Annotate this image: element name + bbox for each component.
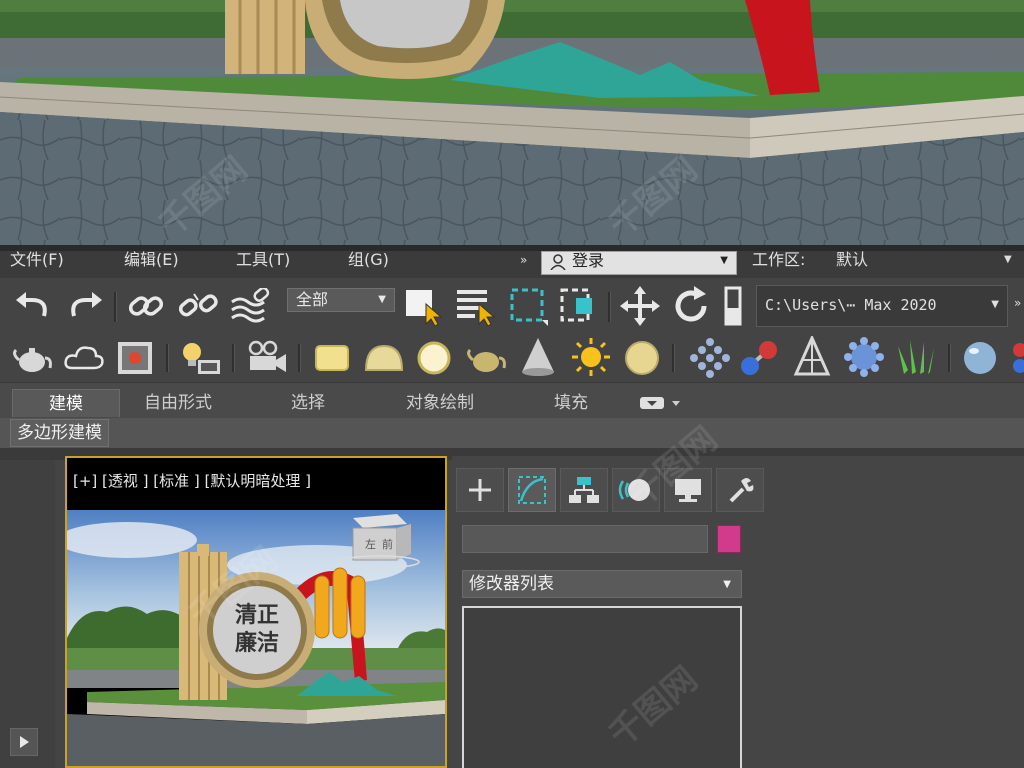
toolbar-separator — [166, 344, 169, 372]
sign-text-line1: 清正 — [235, 602, 279, 628]
plus-icon — [469, 479, 491, 501]
wrench-icon — [729, 478, 754, 503]
render-scene-graphic — [0, 0, 1024, 245]
tab-display[interactable] — [664, 468, 712, 512]
dropdown-arrow-icon: ▼ — [720, 255, 728, 266]
link-icon[interactable] — [126, 288, 166, 324]
glass-sphere-icon[interactable] — [960, 338, 1000, 378]
login-label: 登录 — [572, 251, 605, 270]
molecule-icon[interactable] — [738, 338, 782, 378]
menu-edit[interactable]: 编辑(E) — [124, 251, 179, 269]
scale-icon[interactable] — [722, 286, 746, 326]
dropdown-arrow-icon: ▼ — [723, 579, 731, 590]
dropdown-arrow-icon: ▼ — [378, 294, 386, 305]
particle-grid-icon[interactable] — [686, 338, 730, 378]
modifier-list-label: 修改器列表 — [469, 574, 554, 594]
monitor-icon — [675, 479, 701, 502]
hierarchy-icon — [569, 477, 599, 503]
tab-object-paint[interactable]: 对象绘制 — [390, 389, 490, 417]
hemisphere-icon[interactable] — [362, 340, 406, 376]
tab-modeling[interactable]: 建模 — [12, 389, 120, 417]
sun-icon[interactable] — [570, 336, 612, 378]
cone-icon[interactable] — [518, 336, 558, 378]
light-lister-icon[interactable] — [178, 338, 222, 378]
selection-filter-dropdown[interactable]: 全部 ▼ — [287, 288, 395, 312]
toolbar-separator — [608, 292, 611, 322]
workspace-dropdown-arrow-icon[interactable]: ▼ — [1004, 254, 1012, 265]
teapot-icon[interactable] — [12, 340, 56, 376]
box-light-icon[interactable] — [312, 340, 352, 376]
workspace-value[interactable]: 默认 — [836, 251, 868, 269]
dropdown-arrow-icon: ▼ — [991, 299, 999, 310]
toolbar-separator — [232, 344, 235, 372]
login-dropdown[interactable]: 登录 ▼ — [541, 251, 737, 275]
menu-bar: 文件(F) 编辑(E) 工具(T) 组(G) » 登录 ▼ 工作区: 默认 ▼ — [0, 245, 1024, 278]
project-path-dropdown[interactable]: C:\Users\⋯ Max 2020 ▼ — [756, 285, 1008, 327]
move-icon[interactable] — [620, 286, 660, 326]
perspective-viewport[interactable]: [+] [透视 ] [标准 ] [默认明暗处理 ] 清正 廉洁 左 前 — [65, 456, 447, 768]
tab-freeform[interactable]: 自由形式 — [128, 389, 228, 417]
motion-icon — [618, 479, 650, 501]
render-frame-icon[interactable] — [116, 338, 156, 378]
tab-populate[interactable]: 填充 — [536, 389, 606, 417]
tab-utilities[interactable] — [716, 468, 764, 512]
bind-space-warp-icon[interactable] — [230, 288, 274, 324]
toolbar-separator — [672, 344, 675, 372]
window-crossing-icon[interactable] — [558, 286, 598, 326]
rotate-icon[interactable] — [672, 286, 712, 326]
rectangular-selection-region-icon[interactable] — [508, 286, 548, 326]
tab-modify[interactable] — [508, 468, 556, 512]
svg-text:左: 左 — [365, 538, 376, 551]
user-icon — [550, 254, 566, 270]
modify-curve-icon — [518, 476, 546, 504]
workspace-label: 工作区: — [752, 250, 806, 269]
grass-icon[interactable] — [894, 336, 938, 378]
viewport-label[interactable]: [+] [透视 ] [标准 ] [默认明暗处理 ] — [73, 470, 311, 491]
toolbar-separator — [948, 344, 951, 372]
select-by-name-icon[interactable] — [455, 286, 495, 326]
menu-file[interactable]: 文件(F) — [10, 251, 64, 269]
tab-create[interactable] — [456, 468, 504, 512]
svg-text:前: 前 — [382, 537, 393, 551]
left-side-strip — [0, 460, 55, 768]
ribbon-tab-bar: 建模 自由形式 选择 对象绘制 填充 — [0, 382, 1024, 419]
ribbon-options-icon[interactable] — [640, 395, 684, 411]
virus-icon[interactable] — [842, 336, 886, 378]
project-path-value: C:\Users\⋯ Max 2020 — [765, 296, 937, 314]
render-preview — [0, 0, 1024, 245]
object-name-field[interactable] — [462, 525, 708, 553]
menu-overflow-icon[interactable]: » — [520, 253, 527, 267]
toolbar-overflow-icon[interactable]: » — [1014, 296, 1021, 310]
viewport-scene: 清正 廉洁 左 前 — [67, 510, 445, 766]
omni-light-icon[interactable] — [622, 338, 662, 378]
teapot-light-icon[interactable] — [466, 340, 510, 376]
redo-icon[interactable] — [64, 290, 104, 322]
more-objects-icon[interactable] — [1010, 338, 1024, 378]
modifier-list-dropdown[interactable]: 修改器列表 ▼ — [462, 570, 742, 598]
menu-group[interactable]: 组(G) — [348, 251, 389, 269]
tower-icon[interactable] — [790, 336, 834, 378]
tab-hierarchy[interactable] — [560, 468, 608, 512]
tab-selection[interactable]: 选择 — [268, 389, 348, 417]
expand-button[interactable] — [10, 728, 38, 756]
sign-text-line2: 廉洁 — [235, 630, 279, 656]
menu-tools[interactable]: 工具(T) — [236, 251, 290, 269]
object-color-swatch[interactable] — [717, 525, 741, 553]
undo-icon[interactable] — [14, 290, 54, 322]
tab-motion[interactable] — [612, 468, 660, 512]
camera-icon[interactable] — [244, 338, 288, 378]
modifier-stack[interactable] — [462, 606, 742, 768]
sphere-light-icon[interactable] — [414, 338, 454, 378]
play-icon — [20, 736, 29, 748]
polygon-modeling-button[interactable]: 多边形建模 — [10, 419, 109, 447]
ribbon-panel: 多边形建模 — [0, 418, 1024, 449]
select-object-icon[interactable] — [404, 286, 444, 326]
toolbar-separator — [298, 344, 301, 372]
selection-filter-value: 全部 — [296, 290, 329, 309]
toolbar-separator — [114, 292, 117, 322]
unlink-icon[interactable] — [178, 288, 218, 324]
cloud-icon[interactable] — [64, 340, 108, 376]
